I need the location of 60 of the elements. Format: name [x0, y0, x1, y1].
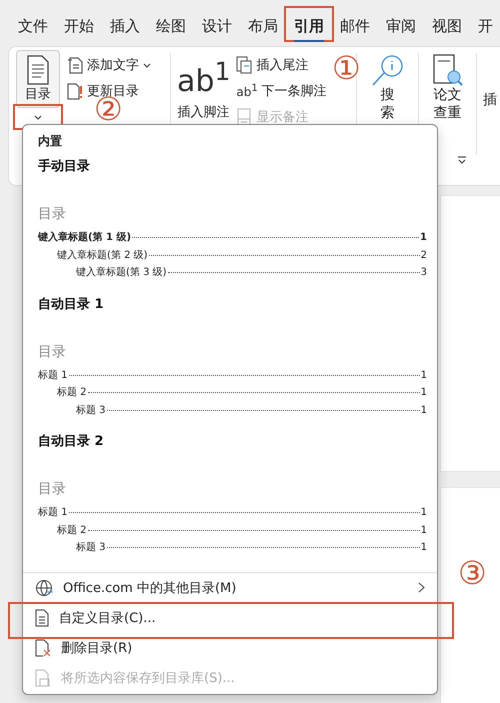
endnote-icon	[236, 56, 252, 74]
footnote-icon: ab$^{1}$	[177, 59, 230, 97]
menu-item[interactable]: 删除目录(R)	[23, 632, 437, 662]
notes-icon	[236, 108, 252, 126]
toc-button[interactable]: 目录	[16, 50, 60, 108]
delete-document-icon	[35, 638, 51, 656]
document-icon	[35, 608, 49, 626]
chevron-right-icon	[418, 582, 425, 593]
save-document-icon	[35, 668, 51, 686]
ribbon-tab[interactable]: 插入	[110, 14, 140, 42]
ribbon-tab[interactable]: 审阅	[386, 14, 416, 42]
paper-check-button[interactable]: 论文查重	[432, 53, 464, 155]
next-footnote-icon: ab$^{1}$	[236, 84, 258, 98]
ribbon-tab[interactable]: 视图	[432, 14, 462, 42]
ribbon-tab[interactable]: 邮件	[340, 14, 370, 42]
ribbon-tab[interactable]: 开始	[64, 14, 94, 42]
toc-entry: 标题 2 1	[56, 386, 427, 400]
step-number: ③	[458, 557, 487, 589]
step-number: ①	[332, 52, 361, 84]
ribbon-tab[interactable]: 设计	[202, 14, 232, 42]
ribbon-button[interactable]: 插	[483, 91, 497, 155]
menu-item[interactable]: 自定义目录(C)...	[23, 602, 437, 632]
document-search-icon	[432, 53, 464, 87]
toc-entry: 标题 2 1	[56, 524, 427, 538]
toc-heading: 目录	[38, 480, 67, 499]
toc-entry: 标题 3 1	[75, 404, 427, 418]
toc-entry: 标题 1 1	[38, 368, 427, 382]
toc-preview[interactable]: 目录 键入章标题(第 1 级) 1 键入章标题(第 2 级) 2 键入章标题(第 3 级) 3	[23, 179, 437, 292]
ribbon-tab[interactable]: 引用	[294, 14, 324, 42]
collapse-ribbon-icon	[457, 156, 467, 166]
dropdown-caret[interactable]	[15, 106, 61, 128]
gallery-title: 自动目录 1	[37, 296, 105, 314]
toc-entry: 键入章标题(第 2 级) 2	[56, 248, 427, 262]
gallery-title: 自动目录 2	[37, 433, 105, 451]
menu-item[interactable]: Office.com 中的其他目录(M)	[23, 572, 437, 602]
toc-preview[interactable]: 目录 标题 1 1 标题 2 1 标题 3 1	[23, 454, 437, 568]
globe-icon	[35, 578, 53, 596]
ribbon-tab[interactable]: 开	[478, 14, 493, 42]
section-header: 内置	[37, 133, 63, 150]
document-icon	[26, 55, 50, 85]
ribbon-tab[interactable]: 文件	[18, 14, 48, 42]
ribbon-button[interactable]: 添加文字	[67, 55, 151, 75]
add-text-icon	[67, 56, 83, 74]
search-icon	[370, 53, 406, 87]
gallery-title: 手动目录	[37, 158, 91, 176]
caret-icon	[143, 62, 151, 68]
toc-entry: 标题 3 1	[75, 540, 427, 555]
search-button[interactable]: 搜索	[370, 53, 406, 155]
toc-heading: 目录	[38, 342, 67, 362]
ribbon-button[interactable]: 插入尾注	[236, 55, 327, 75]
toc-entry: 键入章标题(第 1 级) 1	[38, 230, 427, 245]
toc-heading: 目录	[38, 205, 67, 224]
caret-icon	[34, 114, 42, 120]
ribbon-tab[interactable]: 布局	[248, 14, 278, 42]
ribbon-tab[interactable]: 绘图	[156, 14, 186, 42]
toc-entry: 标题 1 1	[38, 506, 427, 520]
toc-preview[interactable]: 目录 标题 1 1 标题 2 1 标题 3 1	[23, 316, 437, 430]
update-toc-icon	[67, 82, 83, 100]
ribbon-button[interactable]: ab$^{1}$ 下一条脚注	[236, 81, 327, 101]
toc-entry: 键入章标题(第 3 级) 3	[75, 266, 427, 280]
